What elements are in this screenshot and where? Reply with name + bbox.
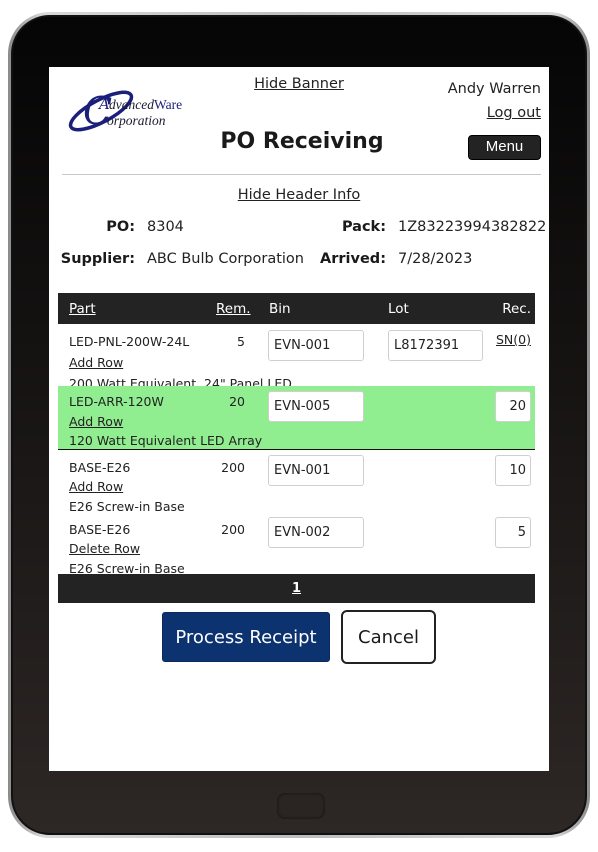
- arrived-value: 7/28/2023: [398, 251, 473, 267]
- bin-input[interactable]: [268, 330, 364, 361]
- supplier-label: Supplier:: [60, 251, 135, 267]
- logout-link[interactable]: Log out: [487, 105, 541, 121]
- remaining-qty: 200: [221, 460, 245, 475]
- part-number: BASE-E26: [69, 522, 131, 537]
- pack-value: 1Z83223994382822: [398, 219, 547, 235]
- part-number: BASE-E26: [69, 460, 131, 475]
- banner-divider: [62, 174, 541, 175]
- table-row: LED-PNL-200W-24L 5 Add Row 200 Watt Equi…: [58, 324, 535, 391]
- pagination-bar: 1: [58, 574, 535, 603]
- table-header: Part Rem. Bin Lot Rec.: [58, 293, 535, 324]
- bin-input[interactable]: [268, 391, 364, 422]
- receiving-table: Part Rem. Bin Lot Rec. LED-PNL-200W-24L …: [58, 293, 535, 603]
- serial-numbers-link[interactable]: SN(0): [496, 332, 531, 347]
- column-header-bin: Bin: [269, 301, 291, 317]
- user-name: Andy Warren: [447, 81, 541, 97]
- banner: C A dvancedWare orporation Hide Banner P…: [49, 67, 549, 175]
- pack-label: Pack:: [341, 219, 386, 235]
- column-header-part[interactable]: Part: [69, 301, 96, 317]
- arrived-label: Arrived:: [320, 251, 386, 267]
- table-row: BASE-E26 200 Add Row E26 Screw-in Base: [58, 450, 535, 514]
- remaining-qty: 200: [221, 522, 245, 537]
- received-qty-input[interactable]: [495, 455, 531, 486]
- column-header-rem[interactable]: Rem.: [216, 301, 251, 317]
- page-title: PO Receiving: [220, 129, 384, 154]
- add-row-link[interactable]: Add Row: [69, 479, 123, 494]
- action-buttons: Process Receipt Cancel: [49, 610, 549, 664]
- po-label: PO:: [106, 219, 135, 235]
- remaining-qty: 5: [237, 334, 245, 349]
- bin-input[interactable]: [268, 517, 364, 548]
- delete-row-link[interactable]: Delete Row: [69, 541, 140, 556]
- add-row-link[interactable]: Add Row: [69, 414, 123, 429]
- column-header-rec: Rec.: [502, 301, 531, 317]
- header-info: PO: 8304 Pack: 1Z83223994382822 Supplier…: [49, 213, 549, 287]
- part-number: LED-PNL-200W-24L: [69, 334, 190, 349]
- received-qty-input[interactable]: [495, 391, 531, 422]
- supplier-value: ABC Bulb Corporation: [147, 251, 304, 267]
- table-row: BASE-E26 200 Delete Row E26 Screw-in Bas…: [58, 512, 535, 576]
- logo-text-ware: Ware: [154, 97, 182, 112]
- svg-text:dvancedWare: dvancedWare: [109, 97, 182, 112]
- logo-text-advanced: dvanced: [109, 97, 154, 112]
- process-receipt-button[interactable]: Process Receipt: [162, 612, 330, 662]
- app-screen: C A dvancedWare orporation Hide Banner P…: [49, 67, 549, 771]
- po-value: 8304: [147, 219, 184, 235]
- page-link-current[interactable]: 1: [292, 581, 301, 596]
- home-button[interactable]: [277, 793, 325, 819]
- column-header-lot: Lot: [388, 301, 409, 317]
- part-description: E26 Screw-in Base: [69, 561, 185, 576]
- table-row-highlighted: LED-ARR-120W 20 Add Row 120 Watt Equival…: [58, 386, 535, 450]
- remaining-qty: 20: [229, 394, 245, 409]
- bin-input[interactable]: [268, 455, 364, 486]
- part-number: LED-ARR-120W: [69, 394, 164, 409]
- menu-button[interactable]: Menu: [468, 135, 541, 160]
- cancel-button[interactable]: Cancel: [341, 610, 436, 664]
- received-qty-input[interactable]: [495, 517, 531, 548]
- hide-header-info-link[interactable]: Hide Header Info: [49, 187, 549, 203]
- logo-text-corporation: orporation: [107, 113, 166, 128]
- add-row-link[interactable]: Add Row: [69, 355, 123, 370]
- lot-input[interactable]: [388, 330, 483, 361]
- part-description: 120 Watt Equivalent LED Array: [69, 433, 263, 448]
